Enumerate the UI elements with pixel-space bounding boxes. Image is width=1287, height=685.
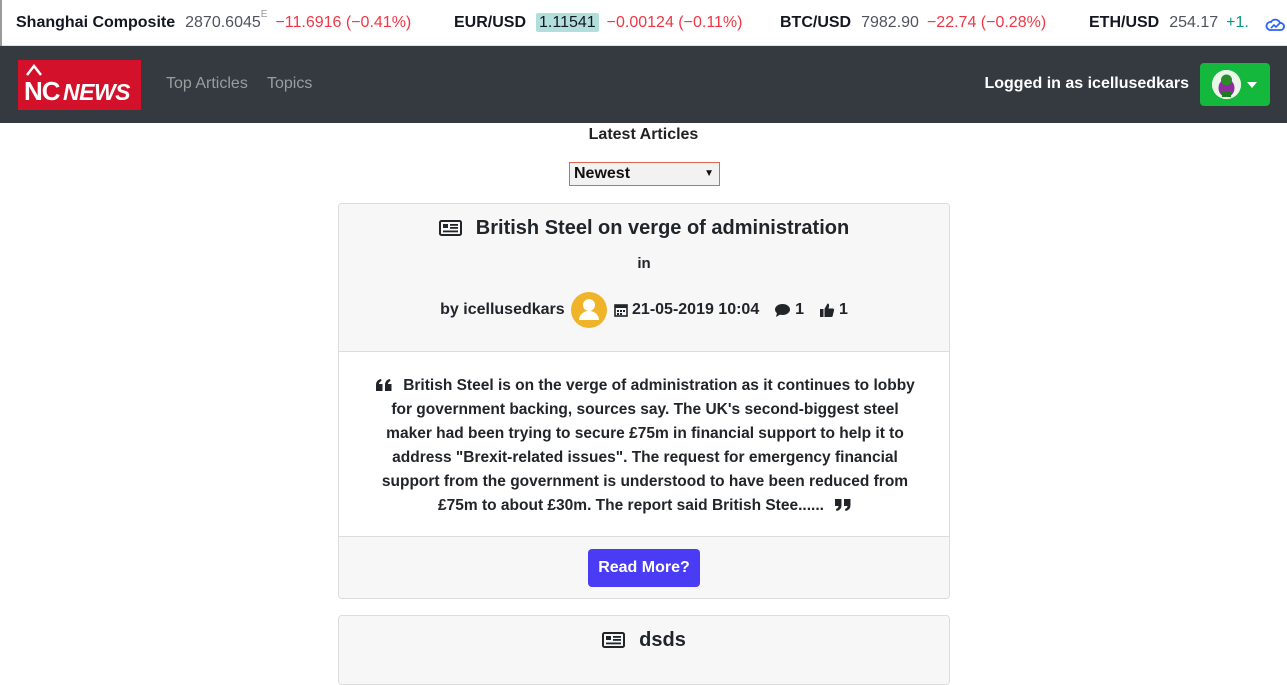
article-title-row[interactable]: dsds bbox=[339, 629, 949, 652]
read-more-button[interactable]: Read More? bbox=[588, 549, 700, 587]
quote-right-icon bbox=[834, 499, 851, 511]
window-edge bbox=[0, 0, 2, 46]
user-menu-button[interactable] bbox=[1200, 63, 1270, 106]
nav-link-top-articles[interactable]: Top Articles bbox=[166, 75, 248, 93]
ticker-change: −22.74 (−0.28%) bbox=[926, 14, 1047, 31]
quote-left-icon bbox=[376, 379, 392, 391]
ticker-flag: E bbox=[260, 9, 268, 20]
article-author[interactable]: by icellusedkars bbox=[440, 301, 565, 318]
sort-select[interactable]: Newest ▼ bbox=[569, 162, 720, 186]
ticker-price: 2870.6045 bbox=[185, 14, 261, 31]
ticker-price: 7982.90 bbox=[861, 14, 919, 31]
article-title: dsds bbox=[639, 629, 686, 651]
newspaper-icon bbox=[602, 632, 626, 648]
author-avatar bbox=[571, 292, 608, 328]
article-topic[interactable]: in bbox=[339, 255, 949, 272]
article-summary: British Steel is on the verge of adminis… bbox=[369, 374, 921, 518]
ticker-price: 1.11541 bbox=[536, 13, 599, 32]
ticker-symbol: Shanghai Composite bbox=[16, 14, 176, 31]
article-card-footer: Read More? bbox=[339, 536, 949, 598]
ticker-change: −0.00124 (−0.11%) bbox=[606, 14, 743, 31]
article-date: 21-05-2019 10:04 bbox=[632, 301, 760, 318]
article-summary-text: British Steel is on the verge of adminis… bbox=[381, 377, 915, 514]
ticker-item[interactable]: BTC/USD 7982.90 −22.74 (−0.28%) bbox=[780, 0, 1047, 45]
comment-icon bbox=[774, 303, 790, 317]
ticker-change: −11.6916 (−0.41%) bbox=[275, 14, 412, 31]
ticker-change: +1. bbox=[1226, 14, 1249, 31]
logged-in-label: Logged in as icellusedkars bbox=[984, 75, 1189, 92]
article-meta: by icellusedkars 21-05-2019 10:04 1 1 bbox=[339, 292, 949, 328]
navbar: NC NEWS Top Articles Topics Logged in as… bbox=[0, 46, 1287, 123]
article-title: British Steel on verge of administration bbox=[475, 217, 850, 239]
article-card-body: British Steel is on the verge of adminis… bbox=[339, 352, 949, 536]
nc-news-logo[interactable]: NC NEWS bbox=[18, 60, 141, 110]
logo-text-nc: NC bbox=[24, 76, 61, 106]
calendar-icon bbox=[613, 304, 628, 317]
ticker-item[interactable]: EUR/USD 1.11541 −0.00124 (−0.11%) bbox=[454, 0, 743, 45]
article-title-row[interactable]: British Steel on verge of administration bbox=[339, 217, 949, 240]
ticker-symbol: EUR/USD bbox=[454, 14, 527, 31]
ticker-symbol: ETH/USD bbox=[1089, 14, 1160, 31]
article-card-header: dsds bbox=[339, 616, 949, 684]
page-title: Latest Articles bbox=[588, 126, 699, 143]
user-avatar bbox=[1212, 70, 1241, 99]
thumbs-up-icon[interactable] bbox=[819, 302, 835, 318]
sort-selected-value: Newest bbox=[574, 165, 631, 182]
newspaper-icon bbox=[438, 220, 462, 236]
logo-text-news: NEWS bbox=[63, 79, 131, 105]
article-vote-count: 1 bbox=[838, 301, 848, 318]
ticker-price: 254.17 bbox=[1169, 14, 1219, 31]
dropdown-arrow-icon: ▼ bbox=[704, 168, 714, 179]
ticker-item[interactable]: Shanghai Composite 2870.6045E −11.6916 (−0… bbox=[16, 0, 412, 45]
logo-chevron-icon bbox=[26, 64, 42, 76]
nav-link-topics[interactable]: Topics bbox=[267, 75, 312, 93]
article-card: British Steel on verge of administration… bbox=[338, 203, 950, 599]
ticker-item[interactable]: ETH/USD 254.17 +1. bbox=[1089, 0, 1249, 45]
article-comment-count: 1 bbox=[795, 301, 805, 318]
tradingview-cloud-icon[interactable] bbox=[1265, 10, 1287, 32]
user-silhouette-icon bbox=[579, 299, 600, 320]
article-card: dsds bbox=[338, 615, 950, 685]
article-card-header: British Steel on verge of administration… bbox=[339, 204, 949, 352]
chevron-down-icon bbox=[1247, 82, 1257, 88]
ticker-tape: Shanghai Composite 2870.6045E −11.6916 (−0… bbox=[0, 0, 1287, 46]
ticker-symbol: BTC/USD bbox=[780, 14, 852, 31]
